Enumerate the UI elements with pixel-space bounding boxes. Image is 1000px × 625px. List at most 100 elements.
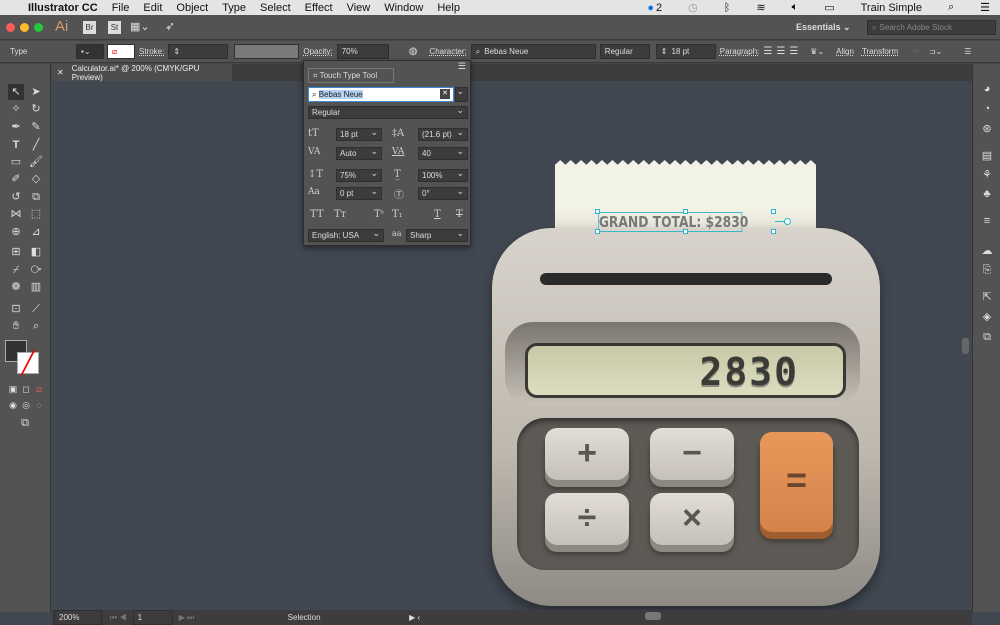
libraries-icon[interactable]: ☁	[980, 244, 994, 258]
fill-swatch[interactable]: ▪⌄	[76, 44, 104, 59]
text-wrap-icon[interactable]: ⊐⌄	[929, 47, 942, 56]
type-tool-icon[interactable]: T	[8, 137, 24, 153]
align-right-button[interactable]: ☰	[789, 46, 802, 57]
document-tab[interactable]: ✕ Calculator.ai* @ 200% (CMYK/GPU Preview…	[52, 64, 232, 82]
panel-menu-icon[interactable]: ☰	[458, 61, 466, 72]
eraser-icon[interactable]: ◇	[28, 171, 44, 187]
symbols-icon[interactable]: ♣	[980, 187, 994, 201]
close-tab-icon[interactable]: ✕	[57, 68, 64, 77]
pen-tool-icon[interactable]: ✒	[8, 119, 24, 135]
width-tool-icon[interactable]: ⋈	[8, 206, 24, 222]
receipt-text-selected[interactable]: GRAND TOTAL: $2830	[598, 212, 748, 232]
isolate-icon[interactable]: ⁘	[912, 47, 919, 56]
notification-icon[interactable]: ●	[647, 2, 654, 14]
symbol-sprayer-icon[interactable]: ❁	[8, 279, 24, 295]
align-left-button[interactable]: ☰	[763, 46, 776, 57]
search-stock-input[interactable]: ⌕ Search Adobe Stock	[867, 20, 996, 35]
workspace-switcher[interactable]: Essentials ⌄	[796, 22, 851, 33]
free-transform-icon[interactable]: ⬚	[28, 206, 44, 222]
user-name[interactable]: Train Simple	[861, 2, 922, 14]
gpu-performance-icon[interactable]: ➶	[165, 19, 175, 33]
bluetooth-icon[interactable]: ᛒ	[724, 2, 731, 14]
graph-tool-icon[interactable]: ▥	[28, 279, 44, 295]
align-center-button[interactable]: ☰	[776, 46, 789, 57]
menu-view[interactable]: View	[347, 2, 371, 14]
none-mode-icon[interactable]: ⧄	[31, 381, 47, 397]
slice-tool-icon[interactable]: ⟋	[28, 301, 44, 317]
status-tool[interactable]: Selection	[254, 613, 354, 622]
opacity-field[interactable]: 70%	[336, 44, 389, 59]
align-link[interactable]: Align	[836, 47, 854, 56]
perspective-grid-icon[interactable]: ⊿	[28, 224, 44, 240]
spotlight-icon[interactable]: ⌕	[948, 1, 954, 14]
volume-icon[interactable]: 🔈︎	[792, 1, 799, 14]
direct-selection-tool-icon[interactable]: ➤	[28, 84, 44, 100]
recolor-icon[interactable]: ◍	[409, 46, 418, 57]
control-menu-icon[interactable]: ☰	[964, 47, 971, 56]
opacity-label[interactable]: Opacity:	[303, 47, 332, 56]
menu-object[interactable]: Object	[176, 2, 208, 14]
font-dropdown-button[interactable]	[455, 86, 468, 102]
selection-tool-icon[interactable]: ↖	[8, 84, 24, 100]
stroke-swatch[interactable]: ⧄	[107, 44, 135, 59]
arrange-documents-icon[interactable]: ▦⌄	[130, 20, 150, 33]
transform-link[interactable]: Transform	[862, 47, 898, 56]
stroke-color-swatch[interactable]: ╱	[17, 352, 39, 374]
kerning-input[interactable]: Auto	[336, 146, 382, 160]
menu-help[interactable]: Help	[437, 2, 460, 14]
bbox-handle[interactable]	[771, 209, 776, 214]
zoom-window-button[interactable]	[34, 23, 43, 32]
first-artboard-icon[interactable]: ⏮ ◀	[110, 613, 127, 623]
small-caps-button[interactable]: Tт	[334, 209, 346, 220]
bbox-handle[interactable]	[683, 209, 688, 214]
shaper-tool-icon[interactable]: ✐	[8, 171, 24, 187]
artboard-tool-icon[interactable]: ⊡	[8, 301, 24, 317]
subscript-button[interactable]: T₁	[392, 209, 403, 220]
bbox-handle[interactable]	[595, 209, 600, 214]
zoom-field[interactable]: 200%	[54, 610, 102, 625]
vertical-scale-input[interactable]: 75%	[336, 168, 382, 182]
stroke-panel-icon[interactable]: ≡	[980, 214, 994, 228]
color-guide-icon[interactable]: ◔	[980, 102, 994, 116]
stroke-label[interactable]: Stroke:	[139, 47, 164, 56]
gradient-tool-icon[interactable]: ◧	[28, 244, 44, 260]
swatches-icon[interactable]: ▤	[980, 149, 994, 163]
stock-button[interactable]: St	[108, 21, 121, 34]
bridge-button[interactable]: Br	[83, 21, 96, 34]
font-family-input[interactable]: ⌕ Bebas Neue ✕	[308, 87, 454, 102]
character-rotation-input[interactable]: 0°	[418, 186, 468, 200]
draw-inside-icon[interactable]: ◌	[31, 397, 47, 413]
line-tool-icon[interactable]: ╱	[28, 137, 44, 153]
close-window-button[interactable]	[6, 23, 15, 32]
blend-tool-icon[interactable]: ⧂	[28, 262, 44, 278]
menu-edit[interactable]: Edit	[143, 2, 162, 14]
menu-select[interactable]: Select	[260, 2, 291, 14]
bbox-handle[interactable]	[595, 229, 600, 234]
text-out-port[interactable]	[784, 218, 791, 225]
notification-center-icon[interactable]: ☰	[980, 1, 990, 14]
horizontal-scale-input[interactable]: 100%	[418, 168, 468, 182]
character-label[interactable]: Character:	[429, 47, 466, 56]
status-menu-arrow[interactable]: ▶ ‹	[409, 613, 420, 622]
strikethrough-button[interactable]: T	[456, 209, 463, 220]
menu-app[interactable]: Illustrator CC	[28, 2, 98, 14]
menu-window[interactable]: Window	[384, 2, 423, 14]
hand-tool-icon[interactable]: ✋︎	[8, 318, 24, 334]
artboard-field[interactable]: 1	[132, 610, 173, 625]
wifi-icon[interactable]: ≋	[756, 1, 765, 14]
baseline-shift-input[interactable]: 0 pt	[336, 186, 382, 200]
language-select[interactable]: English: USA	[308, 228, 384, 242]
tracking-input[interactable]: 40	[418, 146, 468, 160]
magic-wand-icon[interactable]: ✧	[8, 101, 24, 117]
font-style-field[interactable]: Regular	[599, 44, 650, 59]
next-artboard-icon[interactable]: ▶ ⏭	[179, 613, 195, 623]
menu-type[interactable]: Type	[222, 2, 246, 14]
horizontal-scroll-thumb[interactable]	[645, 612, 661, 620]
rectangle-tool-icon[interactable]: ▭	[8, 154, 24, 170]
font-family-field[interactable]: ⌕ Bebas Neue	[470, 44, 596, 59]
menu-effect[interactable]: Effect	[305, 2, 333, 14]
color-panel-icon[interactable]: ◕	[980, 82, 994, 96]
font-style-select[interactable]: Regular	[308, 105, 468, 119]
time-machine-icon[interactable]: ◷	[688, 1, 698, 14]
eyedropper-icon[interactable]: ⌿	[8, 262, 24, 278]
